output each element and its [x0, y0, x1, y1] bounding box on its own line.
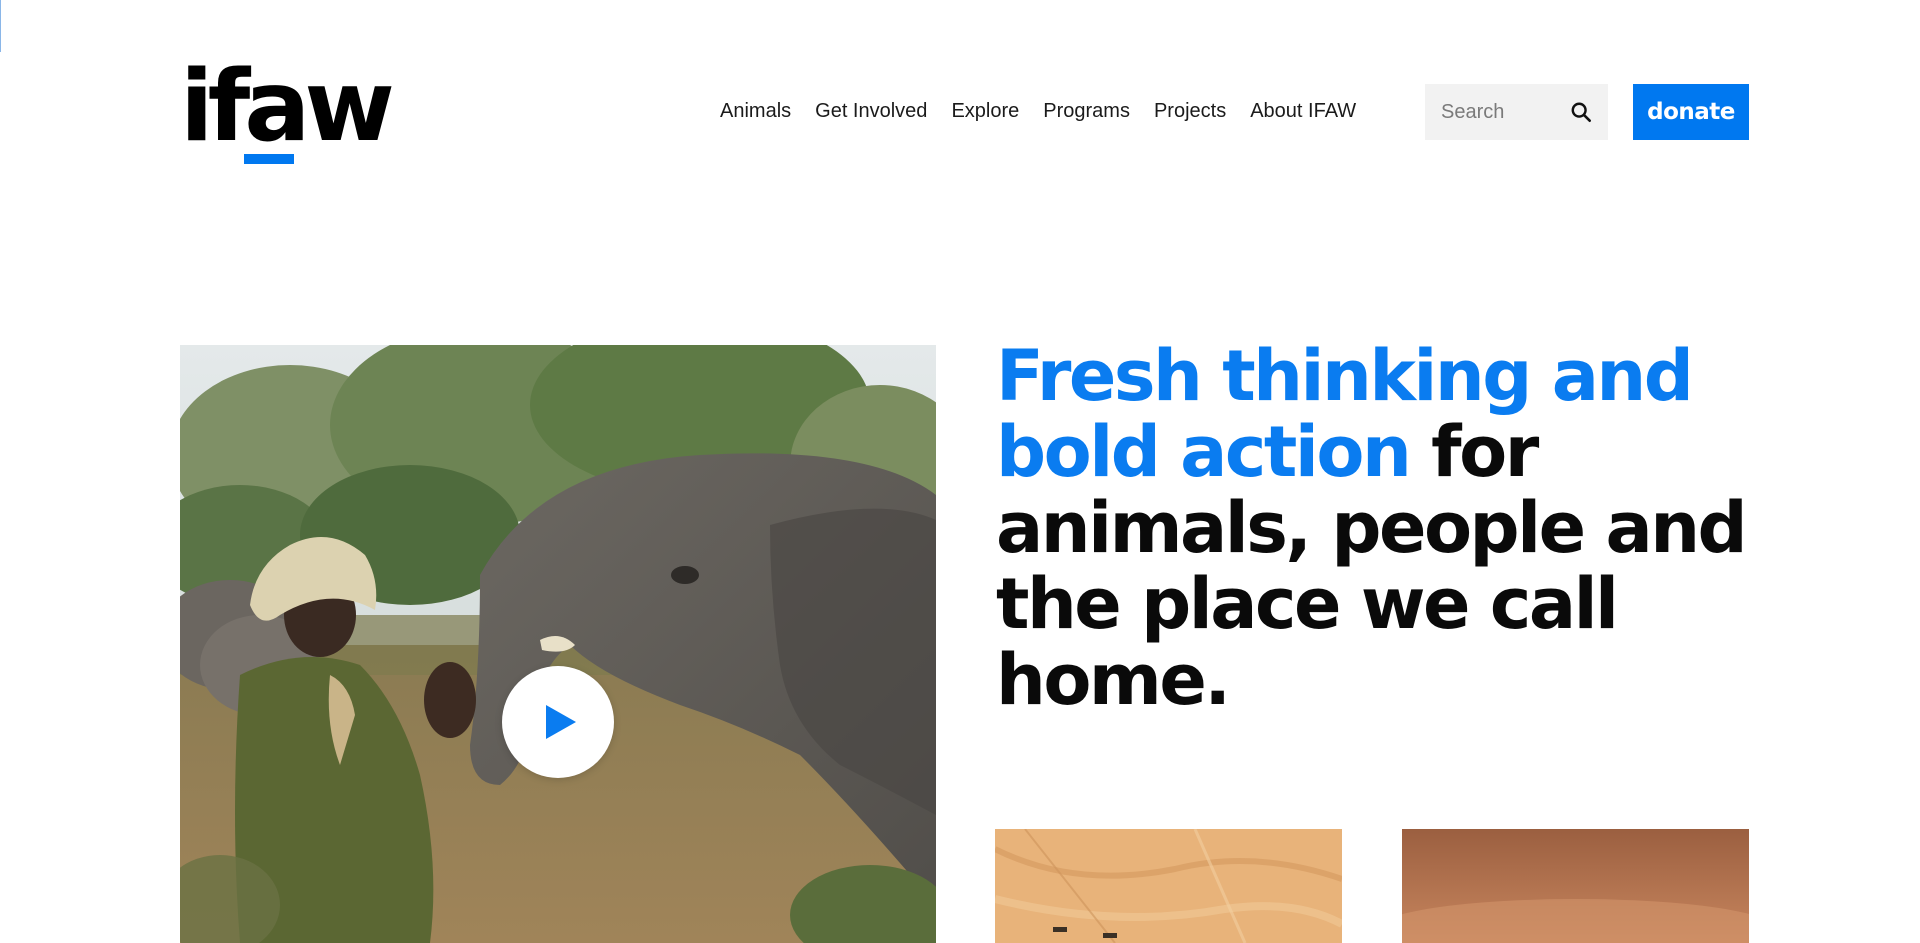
play-icon	[546, 705, 576, 739]
nav-item-get-involved[interactable]: Get Involved	[815, 100, 927, 123]
ifaw-logo[interactable]: ifaw	[180, 58, 395, 168]
logo-wordmark: ifaw	[180, 50, 395, 164]
nav-item-projects[interactable]: Projects	[1154, 100, 1226, 123]
hero-headline: Fresh thinking and bold action for anima…	[996, 338, 1756, 718]
main-nav: Animals Get Involved Explore Programs Pr…	[720, 88, 1356, 134]
page: ifaw Animals Get Involved Explore Progra…	[0, 0, 1920, 943]
nav-item-programs[interactable]: Programs	[1043, 100, 1130, 123]
nav-item-explore[interactable]: Explore	[951, 100, 1019, 123]
search-input[interactable]	[1441, 100, 1570, 124]
donate-button[interactable]: donate	[1633, 84, 1749, 140]
hero-image	[180, 345, 936, 943]
logo-underline	[244, 154, 294, 164]
play-button[interactable]	[502, 666, 614, 778]
headline-accent: Fresh thinking and bold action	[996, 335, 1694, 493]
feature-card-image-dusk[interactable]	[1402, 829, 1749, 943]
nav-item-animals[interactable]: Animals	[720, 100, 791, 123]
search-icon[interactable]	[1570, 101, 1592, 123]
hero-video[interactable]	[180, 345, 936, 943]
feature-card-image-desert[interactable]	[995, 829, 1342, 943]
search-box	[1425, 84, 1608, 140]
focus-marker	[0, 0, 1, 52]
nav-item-about-ifaw[interactable]: About IFAW	[1250, 100, 1356, 123]
